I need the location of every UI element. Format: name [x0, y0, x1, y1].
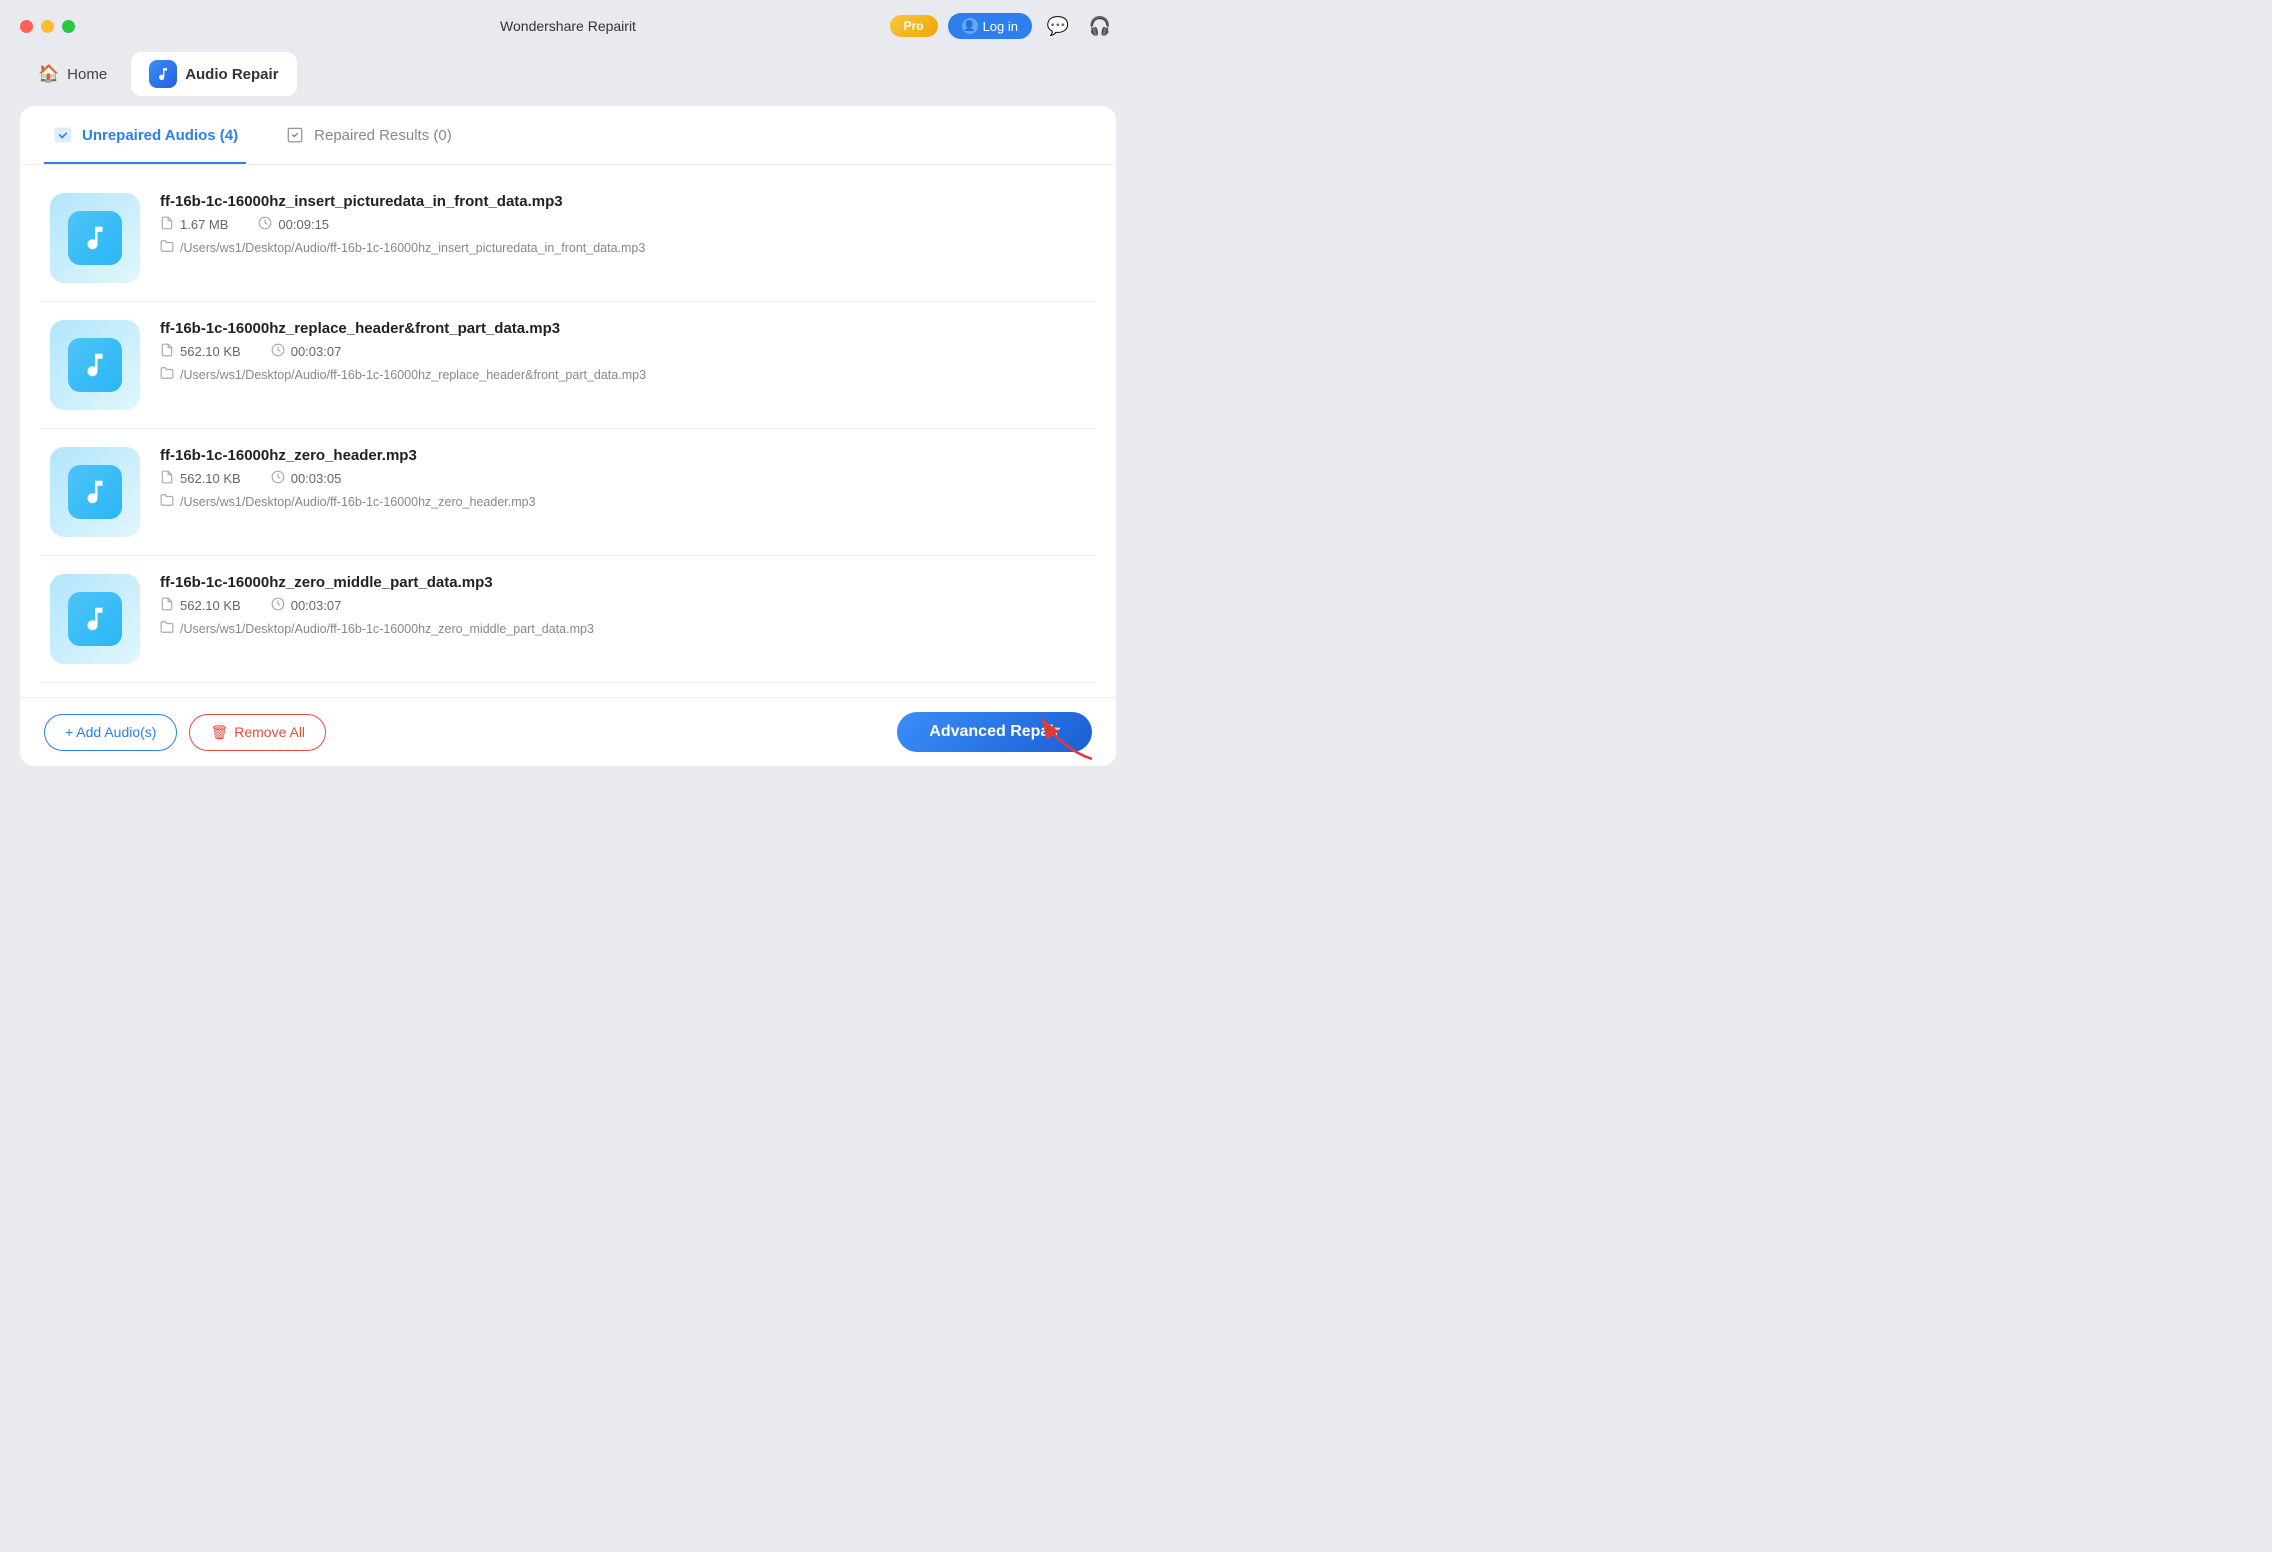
- home-icon: 🏠: [38, 64, 59, 84]
- file-icon: [160, 470, 174, 487]
- list-item: ff-16b-1c-16000hz_zero_middle_part_data.…: [40, 556, 1096, 683]
- repaired-tab-icon: [284, 124, 306, 146]
- clock-icon: [258, 216, 272, 233]
- login-button[interactable]: 👤 Log in: [948, 13, 1032, 39]
- file-details: ff-16b-1c-16000hz_zero_middle_part_data.…: [160, 574, 1086, 637]
- file-details: ff-16b-1c-16000hz_zero_header.mp3 562.10…: [160, 447, 1086, 510]
- clock-icon: [271, 343, 285, 360]
- path-value: /Users/ws1/Desktop/Audio/ff-16b-1c-16000…: [180, 368, 646, 382]
- file-duration: 00:03:07: [271, 343, 342, 360]
- file-name: ff-16b-1c-16000hz_zero_middle_part_data.…: [160, 574, 1086, 591]
- file-details: ff-16b-1c-16000hz_replace_header&front_p…: [160, 320, 1086, 383]
- tab-unrepaired[interactable]: Unrepaired Audios (4): [44, 106, 246, 164]
- file-name: ff-16b-1c-16000hz_replace_header&front_p…: [160, 320, 1086, 337]
- file-name: ff-16b-1c-16000hz_insert_picturedata_in_…: [160, 193, 1086, 210]
- tab-repaired-label: Repaired Results (0): [314, 127, 452, 144]
- list-item: ff-16b-1c-16000hz_insert_picturedata_in_…: [40, 175, 1096, 302]
- path-value: /Users/ws1/Desktop/Audio/ff-16b-1c-16000…: [180, 622, 594, 636]
- file-path: /Users/ws1/Desktop/Audio/ff-16b-1c-16000…: [160, 620, 1086, 637]
- file-meta: 562.10 KB 00:03:07: [160, 343, 1086, 360]
- tabs: Unrepaired Audios (4) Repaired Results (…: [20, 106, 1116, 165]
- login-label: Log in: [983, 19, 1018, 34]
- audio-thumb-icon: [68, 338, 122, 392]
- titlebar-actions: Pro 👤 Log in 💬 🎧: [890, 10, 1116, 42]
- folder-icon: [160, 493, 174, 510]
- size-value: 1.67 MB: [180, 217, 228, 232]
- file-duration: 00:09:15: [258, 216, 329, 233]
- duration-value: 00:03:07: [291, 598, 342, 613]
- file-size: 562.10 KB: [160, 597, 241, 614]
- bottom-bar: + Add Audio(s) 🗑 Remove All Advanced Rep…: [20, 697, 1116, 766]
- tab-repaired[interactable]: Repaired Results (0): [276, 106, 460, 164]
- remove-label: Remove All: [234, 724, 305, 740]
- file-size: 562.10 KB: [160, 343, 241, 360]
- user-icon: 👤: [962, 18, 978, 34]
- folder-icon: [160, 366, 174, 383]
- minimize-button[interactable]: [41, 20, 54, 33]
- file-details: ff-16b-1c-16000hz_insert_picturedata_in_…: [160, 193, 1086, 256]
- bottom-left-actions: + Add Audio(s) 🗑 Remove All: [44, 714, 326, 751]
- file-thumbnail: [50, 447, 140, 537]
- add-audio-button[interactable]: + Add Audio(s): [44, 714, 177, 751]
- headphone-icon-button[interactable]: 🎧: [1084, 10, 1116, 42]
- file-path: /Users/ws1/Desktop/Audio/ff-16b-1c-16000…: [160, 493, 1086, 510]
- duration-value: 00:03:07: [291, 344, 342, 359]
- folder-icon: [160, 620, 174, 637]
- duration-value: 00:03:05: [291, 471, 342, 486]
- pro-badge[interactable]: Pro: [890, 15, 938, 37]
- file-thumbnail: [50, 193, 140, 283]
- main-card: Unrepaired Audios (4) Repaired Results (…: [20, 106, 1116, 766]
- file-icon: [160, 216, 174, 233]
- audio-icon: [149, 60, 177, 88]
- duration-value: 00:09:15: [278, 217, 329, 232]
- list-item: ff-16b-1c-16000hz_zero_header.mp3 562.10…: [40, 429, 1096, 556]
- list-item: ff-16b-1c-16000hz_replace_header&front_p…: [40, 302, 1096, 429]
- unrepaired-tab-icon: [52, 124, 74, 146]
- file-path: /Users/ws1/Desktop/Audio/ff-16b-1c-16000…: [160, 239, 1086, 256]
- size-value: 562.10 KB: [180, 344, 241, 359]
- file-size: 562.10 KB: [160, 470, 241, 487]
- nav-home-label: Home: [67, 66, 107, 83]
- audio-thumb-icon: [68, 211, 122, 265]
- file-thumbnail: [50, 574, 140, 664]
- remove-all-button[interactable]: 🗑 Remove All: [189, 714, 326, 751]
- file-duration: 00:03:07: [271, 597, 342, 614]
- nav-audio-label: Audio Repair: [185, 66, 278, 83]
- file-icon: [160, 597, 174, 614]
- maximize-button[interactable]: [62, 20, 75, 33]
- nav-home[interactable]: 🏠 Home: [20, 52, 125, 96]
- tab-unrepaired-label: Unrepaired Audios (4): [82, 127, 238, 144]
- advanced-repair-button[interactable]: Advanced Repair: [897, 712, 1092, 752]
- clock-icon: [271, 597, 285, 614]
- file-meta: 562.10 KB 00:03:07: [160, 597, 1086, 614]
- audio-thumb-icon: [68, 465, 122, 519]
- nav-audio-repair[interactable]: Audio Repair: [131, 52, 296, 96]
- traffic-lights: [20, 20, 75, 33]
- size-value: 562.10 KB: [180, 471, 241, 486]
- audio-thumb-icon: [68, 592, 122, 646]
- titlebar: Wondershare Repairit Pro 👤 Log in 💬 🎧: [0, 0, 1136, 52]
- file-path: /Users/ws1/Desktop/Audio/ff-16b-1c-16000…: [160, 366, 1086, 383]
- file-list: ff-16b-1c-16000hz_insert_picturedata_in_…: [20, 165, 1116, 697]
- file-duration: 00:03:05: [271, 470, 342, 487]
- file-meta: 1.67 MB 00:09:15: [160, 216, 1086, 233]
- clock-icon: [271, 470, 285, 487]
- file-name: ff-16b-1c-16000hz_zero_header.mp3: [160, 447, 1086, 464]
- file-thumbnail: [50, 320, 140, 410]
- chat-icon-button[interactable]: 💬: [1042, 10, 1074, 42]
- file-icon: [160, 343, 174, 360]
- close-button[interactable]: [20, 20, 33, 33]
- app-title: Wondershare Repairit: [500, 18, 636, 34]
- trash-icon: 🗑: [210, 724, 228, 741]
- file-meta: 562.10 KB 00:03:05: [160, 470, 1086, 487]
- file-size: 1.67 MB: [160, 216, 228, 233]
- path-value: /Users/ws1/Desktop/Audio/ff-16b-1c-16000…: [180, 241, 645, 255]
- navbar: 🏠 Home Audio Repair: [0, 52, 1136, 106]
- path-value: /Users/ws1/Desktop/Audio/ff-16b-1c-16000…: [180, 495, 536, 509]
- advanced-repair-wrapper: Advanced Repair: [897, 712, 1092, 752]
- size-value: 562.10 KB: [180, 598, 241, 613]
- folder-icon: [160, 239, 174, 256]
